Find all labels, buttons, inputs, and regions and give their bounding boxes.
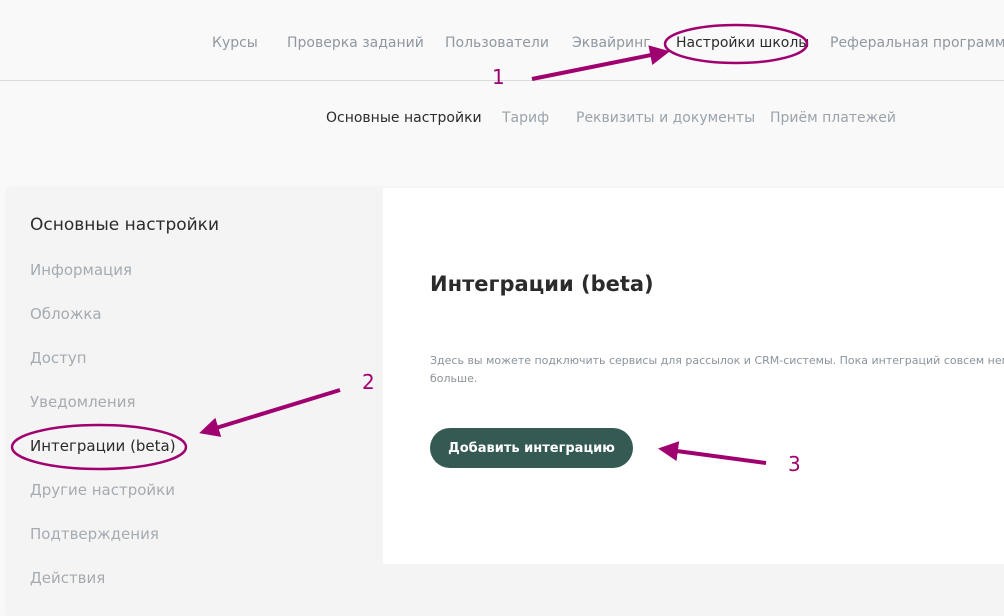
subnav-basic-settings[interactable]: Основные настройки [326, 110, 482, 126]
annotation-marker-3: 3 [788, 452, 801, 476]
sidebar-item-other-settings[interactable]: Другие настройки [30, 481, 175, 499]
add-integration-button[interactable]: Добавить интеграцию [430, 428, 633, 468]
description-line-2: больше. [430, 372, 478, 385]
nav-checking[interactable]: Проверка заданий [287, 35, 424, 51]
subnav-payments[interactable]: Приём платежей [770, 110, 896, 126]
annotation-marker-2: 2 [362, 370, 375, 394]
sidebar-item-confirmations[interactable]: Подтверждения [30, 525, 159, 543]
page-title: Интеграции (beta) [430, 272, 654, 296]
sidebar-title: Основные настройки [30, 215, 220, 235]
nav-courses[interactable]: Курсы [212, 35, 258, 51]
subnav-requisites[interactable]: Реквизиты и документы [576, 110, 755, 126]
integrations-description: Здесь вы можете подключить сервисы для р… [430, 352, 1004, 388]
sidebar-item-cover[interactable]: Обложка [30, 305, 102, 323]
sidebar-item-notifications[interactable]: Уведомления [30, 393, 135, 411]
description-line-1: Здесь вы можете подключить сервисы для р… [430, 354, 1004, 367]
nav-acquiring[interactable]: Эквайринг [572, 35, 651, 51]
sidebar-item-info[interactable]: Информация [30, 261, 132, 279]
sidebar-item-access[interactable]: Доступ [30, 349, 87, 367]
subnav-tariff[interactable]: Тариф [502, 110, 549, 126]
nav-school-settings[interactable]: Настройки школы [676, 35, 809, 51]
nav-users[interactable]: Пользователи [445, 35, 549, 51]
nav-referral[interactable]: Реферальная программа [830, 35, 1004, 51]
annotation-marker-1: 1 [492, 65, 505, 89]
sidebar-item-integrations[interactable]: Интеграции (beta) [30, 437, 176, 455]
sidebar-item-actions[interactable]: Действия [30, 569, 105, 587]
